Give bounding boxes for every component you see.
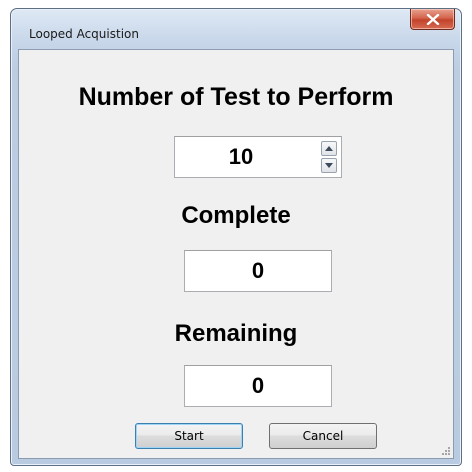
- dialog-window: Looped Acquistion Number of Test to Perf…: [10, 8, 462, 466]
- cancel-button[interactable]: Cancel: [269, 423, 377, 449]
- chevron-down-icon: [325, 163, 333, 168]
- tests-count-stepper[interactable]: 10: [174, 136, 342, 178]
- close-button[interactable]: [410, 9, 455, 30]
- complete-count-field: 0: [184, 250, 332, 292]
- tests-count-value[interactable]: 10: [175, 137, 307, 177]
- title-bar[interactable]: Looped Acquistion: [11, 9, 461, 49]
- spin-down-button[interactable]: [321, 158, 337, 173]
- dialog-client-area: Number of Test to Perform 10 Complete 0 …: [18, 49, 454, 459]
- spin-up-button[interactable]: [321, 141, 337, 156]
- window-title: Looped Acquistion: [29, 27, 139, 41]
- resize-grip-icon[interactable]: [440, 445, 451, 456]
- remaining-count-field: 0: [184, 365, 332, 407]
- start-button[interactable]: Start: [135, 423, 243, 449]
- tests-heading: Number of Test to Perform: [78, 83, 394, 111]
- remaining-heading: Remaining: [174, 320, 298, 347]
- close-icon: [426, 14, 440, 25]
- complete-heading: Complete: [181, 202, 291, 229]
- chevron-up-icon: [325, 146, 333, 151]
